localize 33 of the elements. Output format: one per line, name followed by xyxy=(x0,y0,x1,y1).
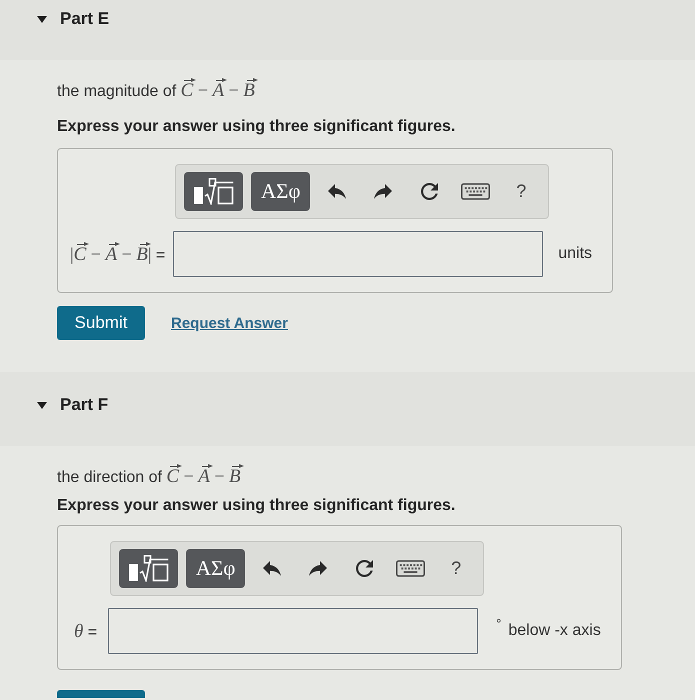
degree-sign: ° xyxy=(496,617,502,630)
instruction-text: Express your answer using three significant figures. xyxy=(57,117,456,137)
caret-icon[interactable] xyxy=(37,402,47,408)
request-answer-link[interactable]: Request Answer xyxy=(171,314,288,332)
answer-field[interactable] xyxy=(108,608,478,654)
question-text: the direction of C − A − B xyxy=(57,465,695,488)
keyboard-icon xyxy=(460,183,490,200)
reset-icon xyxy=(420,183,438,200)
unit-label: units xyxy=(558,244,592,264)
part-title: Part F xyxy=(60,395,108,415)
redo-icon xyxy=(374,184,392,199)
caret-icon[interactable] xyxy=(37,16,47,22)
answer-field[interactable] xyxy=(173,231,544,277)
question-text: the magnitude of C − A − B xyxy=(57,79,695,102)
redo-icon xyxy=(309,561,328,576)
help-button[interactable]: ? xyxy=(502,172,540,211)
symbols-button[interactable]: ΑΣφ xyxy=(251,172,310,211)
answer-label: |C − A − B| = xyxy=(70,243,166,267)
reset-icon xyxy=(356,560,373,577)
templates-button[interactable] xyxy=(119,549,178,588)
part-title: Part E xyxy=(60,9,110,29)
undo-icon xyxy=(328,184,346,199)
radical-template-icon xyxy=(194,178,234,205)
unit-label: below -x axis xyxy=(508,621,601,641)
keyboard-icon xyxy=(396,560,425,577)
undo-icon xyxy=(263,561,282,576)
submit-button[interactable]: Submit xyxy=(57,306,145,340)
symbols-button[interactable]: ΑΣφ xyxy=(186,549,246,588)
templates-button[interactable] xyxy=(184,172,244,211)
answer-label: θ = xyxy=(74,620,98,644)
radical-template-icon xyxy=(128,555,169,582)
instruction-text: Express your answer using three significant figures. xyxy=(57,496,456,516)
help-button[interactable]: ? xyxy=(437,549,476,588)
